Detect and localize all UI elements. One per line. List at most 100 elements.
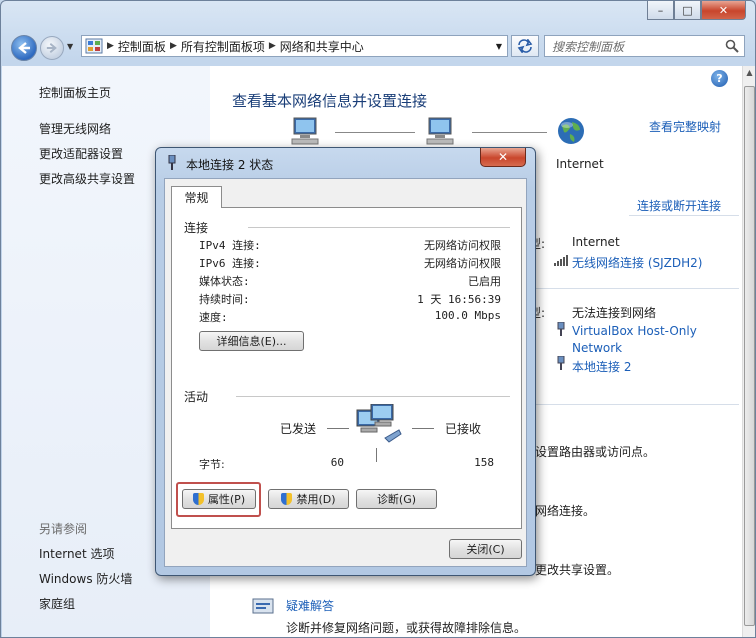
breadcrumb-separator-icon: ▶	[107, 41, 114, 51]
close-icon: ✕	[497, 150, 509, 164]
disable-button[interactable]: 禁用(D)	[268, 489, 349, 509]
internet-globe-icon	[558, 118, 584, 144]
speed-label: 速度:	[199, 311, 228, 324]
breadcrumb-separator-icon: ▶	[169, 41, 177, 51]
activity-line	[327, 428, 349, 429]
vertical-scrollbar[interactable]: ▲	[742, 66, 755, 637]
minimize-button[interactable]: –	[647, 1, 674, 20]
uac-shield-icon	[192, 493, 204, 505]
received-label: 已接收	[445, 422, 482, 436]
media-state-value: 已启用	[468, 275, 501, 288]
duration-value: 1 天 16:56:39	[417, 293, 501, 306]
dialog-title: 本地连接 2 状态	[186, 158, 274, 172]
section-divider	[510, 288, 739, 289]
breadcrumb-control-panel[interactable]: 控制面板	[118, 38, 166, 55]
see-full-map-link[interactable]: 查看完整映射	[649, 118, 721, 135]
net2-type-value: 无法连接到网络	[572, 306, 657, 320]
tab-general[interactable]: 常规	[171, 186, 222, 208]
breadcrumb-all-control-panel-items[interactable]: 所有控制面板项	[181, 38, 265, 55]
ipv4-label: IPv4 连接:	[199, 239, 261, 252]
connect-disconnect-link[interactable]: 连接或断开连接	[637, 197, 721, 214]
sidebar-item-control-panel-home[interactable]: 控制面板主页	[39, 84, 111, 101]
bytes-sent-value: 60	[330, 456, 344, 469]
this-computer-icon	[291, 117, 319, 145]
search-icon[interactable]	[725, 39, 739, 53]
disable-button-label: 禁用(D)	[296, 493, 336, 506]
connection-status-dialog: 本地连接 2 状态 ✕ 常规 连接 IPv4 连接: 无网络访问权限 IPv6 …	[155, 147, 536, 576]
bytes-received-value: 158	[474, 456, 494, 469]
group-divider	[236, 396, 510, 397]
help-icon[interactable]: ?	[711, 70, 728, 87]
ipv6-value: 无网络访问权限	[424, 257, 501, 270]
connection-group-label: 连接	[184, 221, 209, 235]
section-divider	[510, 404, 739, 405]
details-button[interactable]: 详细信息(E)...	[199, 331, 304, 351]
search-input[interactable]: 搜索控制面板	[545, 38, 725, 55]
map-link-line	[335, 132, 415, 133]
ipv6-label: IPv6 连接:	[199, 257, 261, 270]
local-connection-2-link[interactable]: 本地连接 2	[572, 358, 631, 375]
breadcrumb-separator-icon: ▶	[268, 41, 276, 51]
wireless-connection-link[interactable]: 无线网络连接 (SJZDH2)	[572, 254, 702, 271]
dialog-body: 常规 连接 IPv4 连接: 无网络访问权限 IPv6 连接: 无网络访问权限 …	[164, 178, 527, 567]
tab-panel-general: 连接 IPv4 连接: 无网络访问权限 IPv6 连接: 无网络访问权限 媒体状…	[171, 207, 522, 529]
sidebar-item-internet-options[interactable]: Internet 选项	[39, 545, 114, 562]
sidebar-item-advanced-sharing[interactable]: 更改高级共享设置	[39, 170, 135, 187]
dialog-close-text-button[interactable]: 关闭(C)	[449, 539, 522, 559]
sidebar-item-change-adapter[interactable]: 更改适配器设置	[39, 145, 123, 162]
speed-value: 100.0 Mbps	[434, 309, 501, 322]
activity-group-label: 活动	[184, 390, 209, 404]
properties-button[interactable]: 属性(P)	[182, 489, 256, 509]
wireless-signal-icon	[554, 255, 568, 266]
network-adapter-icon	[168, 155, 176, 170]
ethernet-cable-icon	[557, 356, 565, 370]
sidebar-item-homegroup[interactable]: 家庭组	[39, 595, 75, 612]
troubleshoot-link[interactable]: 疑难解答	[286, 597, 334, 614]
close-window-button[interactable]: ✕	[701, 1, 746, 20]
media-state-label: 媒体状态:	[199, 275, 250, 288]
activity-line	[412, 428, 434, 429]
internet-label: Internet	[556, 157, 604, 171]
dialog-close-button[interactable]: ✕	[480, 148, 526, 167]
sidebar-item-manage-wireless[interactable]: 管理无线网络	[39, 120, 111, 137]
task-fragment-connection: 网络连接。	[535, 504, 596, 518]
address-dropdown-chevron-icon[interactable]: ▼	[496, 42, 502, 51]
map-link-line	[472, 132, 547, 133]
activity-computers-icon	[356, 404, 402, 443]
close-icon: ✕	[718, 3, 729, 17]
duration-label: 持续时间:	[199, 293, 250, 306]
troubleshoot-description: 诊断并修复网络问题，或获得故障排除信息。	[286, 621, 527, 635]
arrow-right-icon	[46, 42, 57, 54]
sent-label: 已发送	[280, 422, 317, 436]
breadcrumb-network-sharing-center[interactable]: 网络和共享中心	[280, 38, 364, 55]
control-panel-icon	[85, 38, 103, 54]
uac-shield-icon	[281, 493, 293, 505]
back-button[interactable]	[11, 35, 37, 61]
page-title: 查看基本网络信息并设置连接	[232, 92, 428, 110]
maximize-button[interactable]: □	[674, 1, 701, 20]
refresh-icon	[517, 39, 533, 53]
task-fragment-sharing: 更改共享设置。	[535, 563, 620, 577]
troubleshoot-icon	[252, 598, 274, 614]
group-divider	[248, 227, 510, 228]
scroll-up-icon[interactable]: ▲	[744, 68, 755, 80]
properties-button-label: 属性(P)	[207, 493, 246, 506]
search-box[interactable]: 搜索控制面板	[544, 35, 745, 57]
virtualbox-network-link[interactable]: VirtualBox Host-Only	[572, 324, 697, 338]
diagnose-button[interactable]: 诊断(G)	[356, 489, 437, 509]
forward-button[interactable]	[40, 36, 64, 60]
refresh-button[interactable]	[511, 35, 539, 57]
activity-cable-line	[376, 448, 377, 462]
minimize-icon: –	[657, 3, 664, 17]
virtualbox-network-link-line2[interactable]: Network	[572, 341, 622, 355]
recent-pages-chevron-icon[interactable]: ▼	[67, 42, 73, 51]
net1-type-value: Internet	[572, 235, 620, 249]
address-bar[interactable]: ▶ 控制面板 ▶ 所有控制面板项 ▶ 网络和共享中心 ▼	[81, 35, 508, 57]
maximize-icon: □	[682, 3, 693, 17]
scrollbar-thumb[interactable]	[744, 86, 755, 626]
sidebar-item-windows-firewall[interactable]: Windows 防火墙	[39, 570, 132, 587]
section-divider	[629, 215, 739, 216]
ipv4-value: 无网络访问权限	[424, 239, 501, 252]
arrow-left-icon	[18, 42, 30, 54]
bytes-label: 字节:	[199, 458, 225, 471]
